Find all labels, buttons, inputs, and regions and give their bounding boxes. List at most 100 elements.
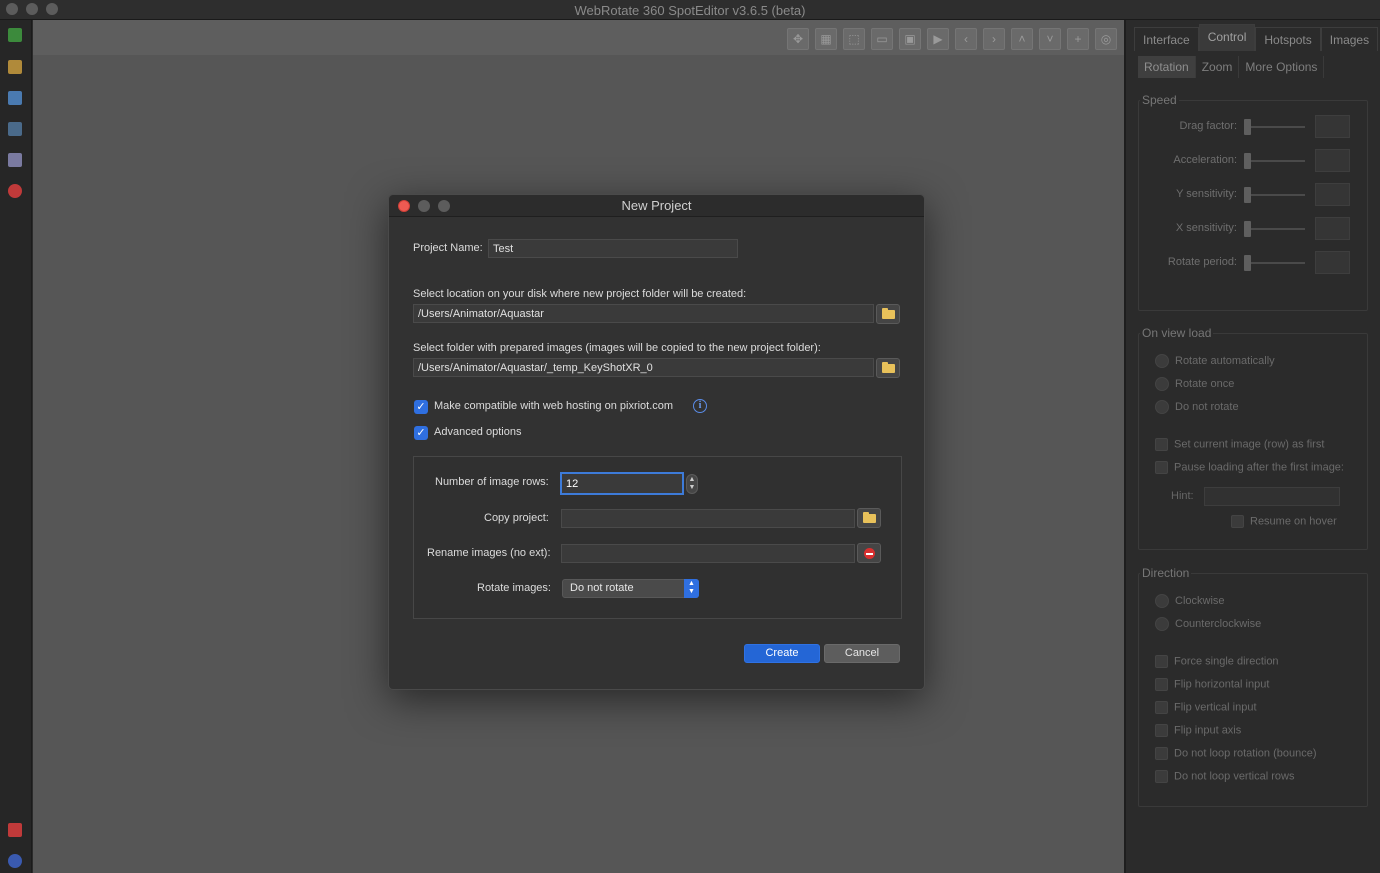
- x-sensitivity-row: X sensitivity:: [1139, 217, 1369, 241]
- rotate-automatically-radio[interactable]: [1155, 354, 1169, 368]
- force-single-direction-checkbox[interactable]: [1155, 655, 1168, 668]
- x-sensitivity-input[interactable]: [1315, 217, 1350, 240]
- rotate-once-option[interactable]: Rotate once: [1155, 377, 1234, 395]
- rotate-period-slider[interactable]: [1244, 255, 1251, 271]
- acceleration-input[interactable]: [1315, 149, 1350, 172]
- tab-interface[interactable]: Interface: [1134, 27, 1199, 51]
- window-icon[interactable]: ▭: [871, 28, 893, 50]
- advanced-options-checkbox[interactable]: ✓: [414, 426, 428, 440]
- subtab-rotation[interactable]: Rotation: [1138, 56, 1196, 78]
- close-project-icon[interactable]: [8, 184, 22, 198]
- chevron-left-icon[interactable]: ‹: [955, 28, 977, 50]
- drag-factor-slider[interactable]: [1244, 119, 1251, 135]
- set-current-image-checkbox[interactable]: [1155, 438, 1168, 451]
- browse-images-button[interactable]: [876, 358, 900, 378]
- plus-icon[interactable]: +: [1067, 28, 1089, 50]
- flip-vertical-checkbox[interactable]: [1155, 701, 1168, 714]
- new-project-icon[interactable]: [8, 28, 22, 42]
- save-icon[interactable]: [8, 153, 22, 167]
- subtab-more-options[interactable]: More Options: [1239, 56, 1325, 78]
- rotate-images-select[interactable]: Do not rotate ▲ ▼: [562, 579, 699, 598]
- images-folder-input[interactable]: /Users/Animator/Aquastar/_temp_KeyShotXR…: [413, 358, 874, 377]
- x-sensitivity-slider[interactable]: [1244, 221, 1251, 237]
- set-current-image-option[interactable]: Set current image (row) as first: [1155, 438, 1324, 456]
- stop-icon: [864, 548, 875, 559]
- flip-input-axis-checkbox[interactable]: [1155, 724, 1168, 737]
- tab-hotspots[interactable]: Hotspots: [1255, 27, 1321, 51]
- acceleration-row: Acceleration:: [1139, 149, 1369, 173]
- image-rows-input[interactable]: 12: [560, 472, 684, 495]
- resume-on-hover-checkbox[interactable]: [1231, 515, 1244, 528]
- create-button[interactable]: Create: [744, 644, 820, 663]
- y-sensitivity-input[interactable]: [1315, 183, 1350, 206]
- rename-images-input[interactable]: [561, 544, 855, 563]
- rotate-once-radio[interactable]: [1155, 377, 1169, 391]
- no-loop-vertical-option[interactable]: Do not loop vertical rows: [1155, 770, 1294, 788]
- target-icon[interactable]: ◎: [1095, 28, 1117, 50]
- panel-subtabs: Rotation Zoom More Options: [1138, 56, 1325, 78]
- drag-factor-input[interactable]: [1315, 115, 1350, 138]
- fit-icon[interactable]: ▣: [899, 28, 921, 50]
- flip-vertical-option[interactable]: Flip vertical input: [1155, 701, 1257, 719]
- force-single-direction-option[interactable]: Force single direction: [1155, 655, 1279, 673]
- flip-horizontal-option[interactable]: Flip horizontal input: [1155, 678, 1269, 696]
- no-loop-rotation-checkbox[interactable]: [1155, 747, 1168, 760]
- chevron-down-icon[interactable]: ˅: [1039, 28, 1061, 50]
- no-loop-vertical-checkbox[interactable]: [1155, 770, 1168, 783]
- copy-project-input[interactable]: [561, 509, 855, 528]
- flip-horizontal-checkbox[interactable]: [1155, 678, 1168, 691]
- y-sensitivity-track: [1245, 194, 1305, 196]
- image-rows-label: Number of image rows:: [435, 476, 549, 488]
- import-icon[interactable]: [8, 91, 22, 105]
- about-info-icon[interactable]: [8, 854, 22, 868]
- subtab-zoom[interactable]: Zoom: [1196, 56, 1240, 78]
- on-view-load-group: Rotate automatically Rotate once Do not …: [1138, 333, 1368, 550]
- play-icon[interactable]: ▶: [927, 28, 949, 50]
- acceleration-label: Acceleration:: [1173, 154, 1237, 166]
- chevron-right-icon[interactable]: ›: [983, 28, 1005, 50]
- move-icon[interactable]: ✥: [787, 28, 809, 50]
- tab-control[interactable]: Control: [1198, 24, 1256, 51]
- chevron-up-icon[interactable]: ˄: [1011, 28, 1033, 50]
- pixriot-checkbox[interactable]: ✓: [414, 400, 428, 414]
- rotate-automatically-option[interactable]: Rotate automatically: [1155, 354, 1275, 372]
- y-sensitivity-label: Y sensitivity:: [1176, 188, 1237, 200]
- rotate-once-label: Rotate once: [1175, 377, 1235, 390]
- clear-rename-button[interactable]: [857, 543, 881, 563]
- browse-copy-project-button[interactable]: [857, 508, 881, 528]
- info-icon[interactable]: i: [693, 399, 707, 413]
- y-sensitivity-slider[interactable]: [1244, 187, 1251, 203]
- rotate-period-input[interactable]: [1315, 251, 1350, 274]
- rotate-period-label: Rotate period:: [1167, 256, 1237, 268]
- flip-input-axis-option[interactable]: Flip input axis: [1155, 724, 1241, 742]
- pause-loading-option[interactable]: Pause loading after the first image:: [1155, 461, 1344, 479]
- clockwise-radio[interactable]: [1155, 594, 1169, 608]
- counterclockwise-radio[interactable]: [1155, 617, 1169, 631]
- pause-loading-checkbox[interactable]: [1155, 461, 1168, 474]
- hint-input[interactable]: [1204, 487, 1340, 506]
- clockwise-label: Clockwise: [1175, 594, 1225, 607]
- grid-icon[interactable]: ▦: [815, 28, 837, 50]
- publish-icon[interactable]: [8, 122, 22, 136]
- acceleration-slider[interactable]: [1244, 153, 1251, 169]
- cancel-button[interactable]: Cancel: [824, 644, 900, 663]
- do-not-rotate-radio[interactable]: [1155, 400, 1169, 414]
- no-loop-rotation-option[interactable]: Do not loop rotation (bounce): [1155, 747, 1316, 765]
- properties-panel: Interface Control Hotspots Images Rotati…: [1124, 20, 1380, 873]
- project-name-input[interactable]: Test: [488, 239, 738, 258]
- do-not-rotate-option[interactable]: Do not rotate: [1155, 400, 1239, 418]
- flip-horizontal-label: Flip horizontal input: [1174, 678, 1270, 691]
- browse-location-button[interactable]: [876, 304, 900, 324]
- select-rect-icon[interactable]: ⬚: [843, 28, 865, 50]
- pdf-help-icon[interactable]: [8, 823, 22, 837]
- dialog-close-button[interactable]: [398, 200, 410, 212]
- resume-on-hover-option[interactable]: Resume on hover: [1231, 515, 1337, 533]
- image-rows-stepper[interactable]: ▲ ▼: [686, 474, 698, 494]
- location-input[interactable]: /Users/Animator/Aquastar: [413, 304, 874, 323]
- rotate-images-value: Do not rotate: [570, 582, 634, 594]
- counterclockwise-option[interactable]: Counterclockwise: [1155, 617, 1261, 635]
- tab-images[interactable]: Images: [1320, 27, 1379, 51]
- select-arrows-icon: ▲ ▼: [684, 579, 699, 598]
- clockwise-option[interactable]: Clockwise: [1155, 594, 1225, 612]
- open-project-icon[interactable]: [8, 60, 22, 74]
